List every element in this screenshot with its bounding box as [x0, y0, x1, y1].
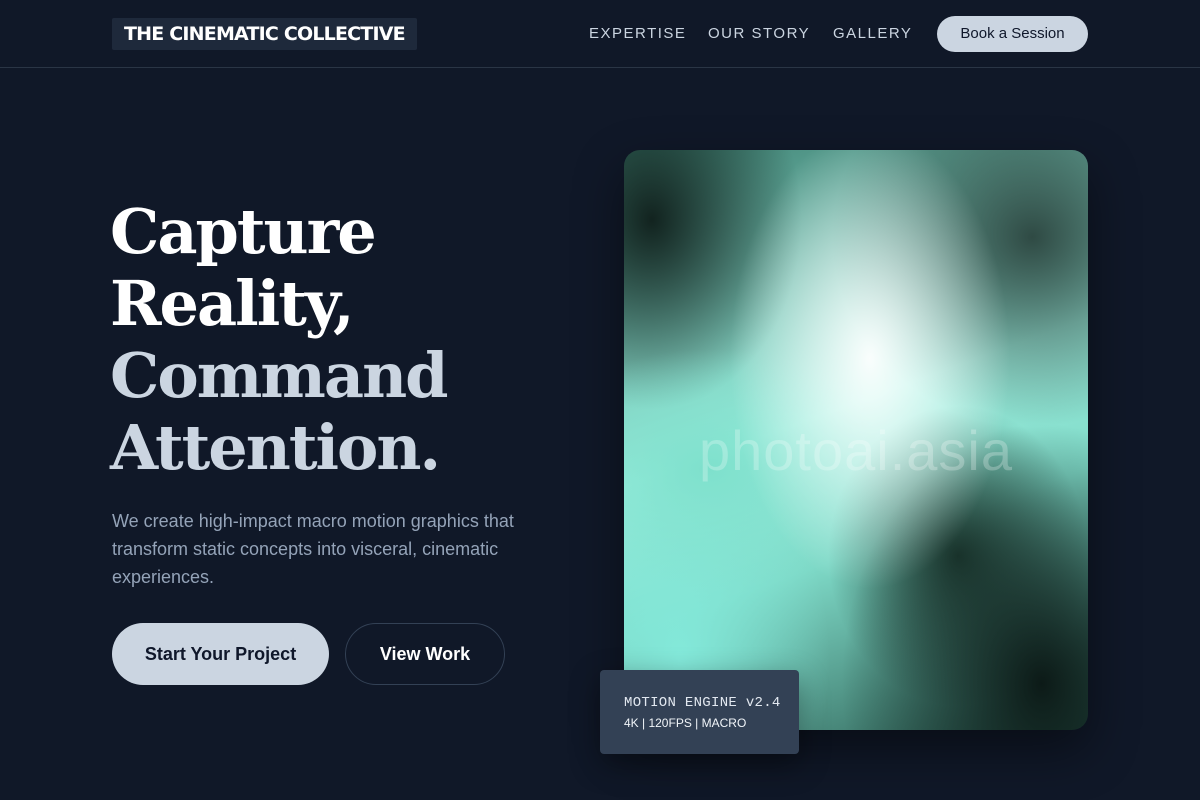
- engine-title: MOTION ENGINE v2.4: [624, 695, 781, 711]
- hero-headline: Capture Reality, Command Attention.: [110, 195, 449, 484]
- site-header: THE CINEMATIC COLLECTIVE EXPERTISE OUR S…: [0, 0, 1200, 68]
- start-project-button[interactable]: Start Your Project: [112, 623, 329, 685]
- nav-link-gallery[interactable]: GALLERY: [833, 25, 912, 42]
- hero-abstract-visual: photoai.asia: [624, 150, 1088, 730]
- book-session-button[interactable]: Book a Session: [937, 16, 1088, 52]
- brand-logo[interactable]: THE CINEMATIC COLLECTIVE: [112, 18, 417, 50]
- hero-description: We create high-impact macro motion graph…: [112, 511, 514, 587]
- watermark-text: photoai.asia: [698, 419, 1013, 482]
- nav-link-expertise[interactable]: EXPERTISE: [589, 25, 686, 42]
- motion-engine-card: MOTION ENGINE v2.4 4K | 120FPS | MACRO: [600, 670, 799, 754]
- engine-specs: 4K | 120FPS | MACRO: [624, 716, 747, 730]
- headline-line-4: Attention.: [110, 411, 441, 484]
- headline-line-1: Capture: [110, 195, 377, 268]
- nav-link-our-story[interactable]: OUR STORY: [708, 25, 810, 42]
- headline-line-2: Reality,: [110, 267, 355, 340]
- headline-line-3: Command: [110, 339, 449, 412]
- view-work-button[interactable]: View Work: [345, 623, 505, 685]
